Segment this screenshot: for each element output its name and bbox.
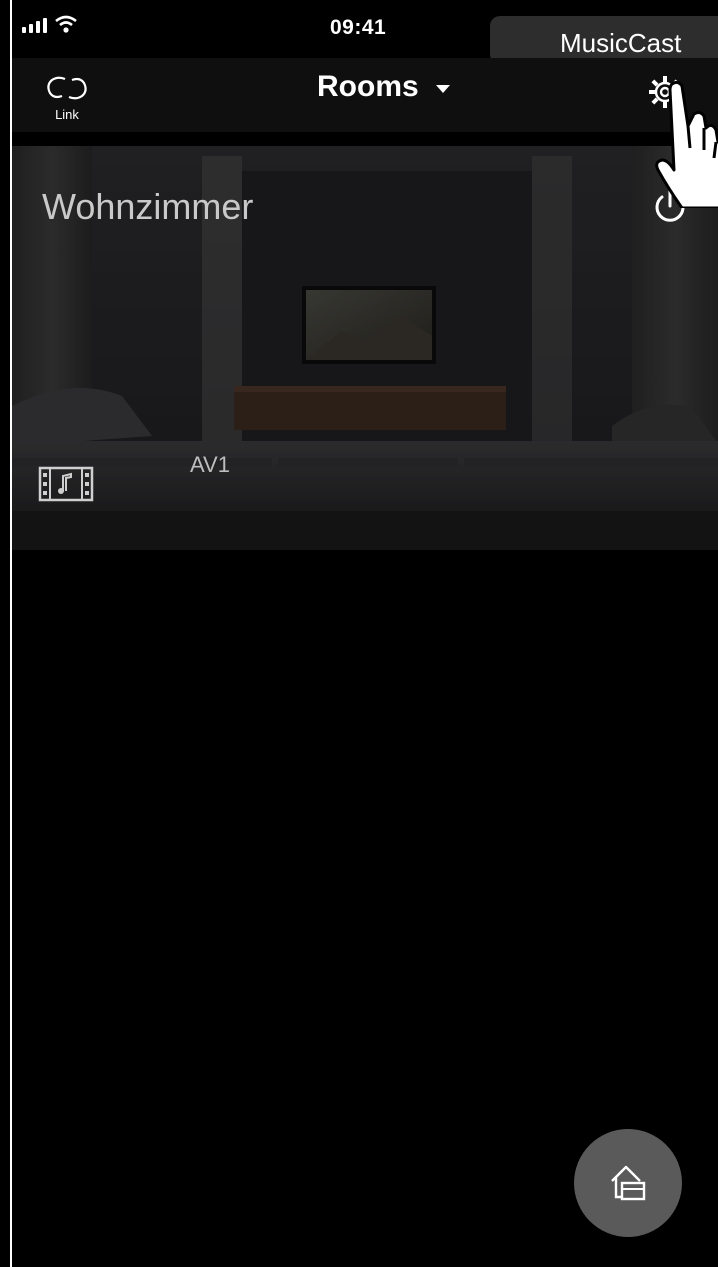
link-button[interactable]: Link: [32, 74, 102, 128]
signal-icon: [22, 18, 47, 33]
link-label: Link: [55, 107, 79, 122]
nav-bar: Link Rooms: [12, 58, 718, 132]
room-card[interactable]: Wohnzimmer AV1: [12, 146, 718, 550]
chevron-down-icon[interactable]: [435, 84, 451, 94]
hand-pointer-icon: [655, 80, 718, 208]
app-name: MusicCast: [560, 28, 682, 58]
add-room-button[interactable]: [574, 1129, 682, 1237]
link-icon: [47, 76, 87, 100]
app-switcher-pill[interactable]: MusicCast: [490, 16, 718, 64]
room-name: Wohnzimmer: [42, 186, 254, 227]
app-screen: 09:41 MusicCast Link Rooms Wohnzimmer AV…: [10, 0, 718, 1267]
wifi-icon: [55, 15, 77, 33]
status-bar: 09:41 MusicCast: [12, 0, 718, 64]
status-time: 09:41: [330, 16, 387, 39]
source-label: AV1: [190, 452, 230, 477]
add-room-icon: [611, 1165, 646, 1201]
film-music-icon: [38, 466, 94, 502]
page-title[interactable]: Rooms: [317, 70, 419, 104]
